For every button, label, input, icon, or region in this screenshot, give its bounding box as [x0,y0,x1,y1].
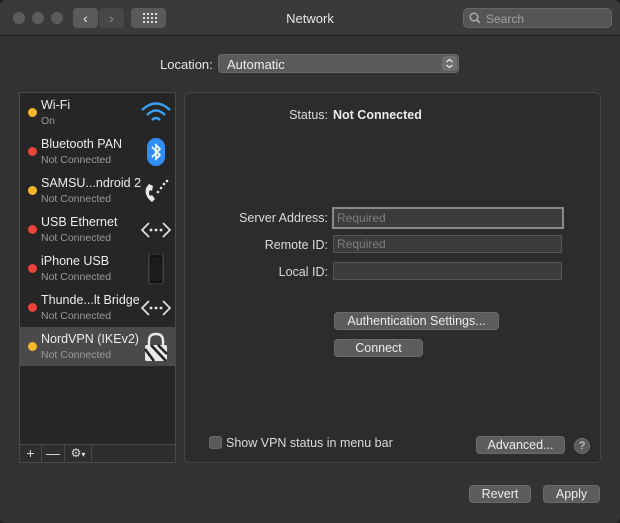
service-status: On [41,115,56,127]
remove-service-button[interactable]: — [42,445,65,462]
status-dot [28,303,37,312]
service-item-bluetooth-pan[interactable]: Bluetooth PAN Not Connected [20,132,175,171]
iphone-icon [140,253,172,285]
service-status: Not Connected [41,349,112,361]
show-vpn-status-label: Show VPN status in menu bar [226,436,393,450]
service-item-nordvpn[interactable]: NordVPN (IKEv2) Not Connected [20,327,175,366]
service-status: Not Connected [41,271,112,283]
revert-button[interactable]: Revert [469,485,531,503]
status-dot [28,147,37,156]
network-preferences-window: ‹ › Network Search Location: Automatic W… [0,0,620,523]
service-status: Not Connected [41,310,112,322]
location-popup[interactable]: Automatic [218,54,459,73]
status-dot [28,186,37,195]
service-name: NordVPN (IKEv2) [41,332,139,346]
location-label: Location: [160,57,213,72]
service-name: USB Ethernet [41,215,118,229]
service-name: Thunde...lt Bridge [41,293,140,307]
status-label: Status: [289,108,328,122]
title-bar: ‹ › Network Search [0,0,620,36]
chevron-updown-icon [442,56,457,71]
service-item-wifi[interactable]: Wi-Fi On [20,93,175,132]
service-name: iPhone USB [41,254,110,268]
service-status: Not Connected [41,232,112,244]
service-item-usb-ethernet[interactable]: USB Ethernet Not Connected [20,210,175,249]
service-list-toolbar: + — ⚙▾ [19,445,176,463]
status-value: Not Connected [333,108,422,122]
server-address-label: Server Address: [239,211,328,225]
status-dot [28,342,37,351]
local-id-input[interactable] [334,263,561,279]
service-name: Wi-Fi [41,98,71,112]
bluetooth-icon [140,137,172,167]
plus-icon: + [26,445,35,461]
phone-icon [140,176,172,206]
search-icon [469,12,481,24]
service-name: Bluetooth PAN [41,137,123,151]
service-status: Not Connected [41,193,112,205]
show-vpn-status-checkbox[interactable] [209,436,222,449]
minus-icon: — [46,445,60,461]
connect-button[interactable]: Connect [334,339,423,357]
location-value: Automatic [227,57,285,72]
bridge-icon [140,293,172,323]
service-item-iphone-usb[interactable]: iPhone USB Not Connected [20,249,175,288]
status-dot [28,264,37,273]
status-dot [28,225,37,234]
remote-id-field[interactable] [333,235,562,253]
status-dot [28,108,37,117]
remote-id-input[interactable] [334,236,561,252]
server-address-input[interactable] [334,209,562,227]
authentication-settings-button[interactable]: Authentication Settings... [334,312,499,330]
wifi-icon [140,98,172,128]
service-status: Not Connected [41,154,112,166]
search-field[interactable]: Search [463,8,612,28]
service-item-samsung-android[interactable]: SAMSU...ndroid 2 Not Connected [20,171,175,210]
service-name: SAMSU...ndroid 2 [41,176,142,190]
add-service-button[interactable]: + [20,445,42,462]
vpn-lock-icon [140,332,172,362]
apply-button[interactable]: Apply [543,485,600,503]
local-id-label: Local ID: [278,265,328,279]
action-menu-button[interactable]: ⚙▾ [65,445,92,462]
local-id-field[interactable] [333,262,562,280]
service-item-thunderbolt-bridge[interactable]: Thunde...lt Bridge Not Connected [20,288,175,327]
ethernet-icon [140,215,172,245]
remote-id-label: Remote ID: [264,238,328,252]
search-placeholder: Search [486,12,525,26]
help-button[interactable]: ? [574,438,590,454]
advanced-button[interactable]: Advanced... [476,436,565,454]
chevron-down-icon: ▾ [81,450,86,459]
service-list: Wi-Fi On Bluetooth PAN Not Connected SAM… [19,92,176,445]
server-address-field[interactable] [332,207,564,229]
gear-icon: ⚙ [70,446,82,460]
